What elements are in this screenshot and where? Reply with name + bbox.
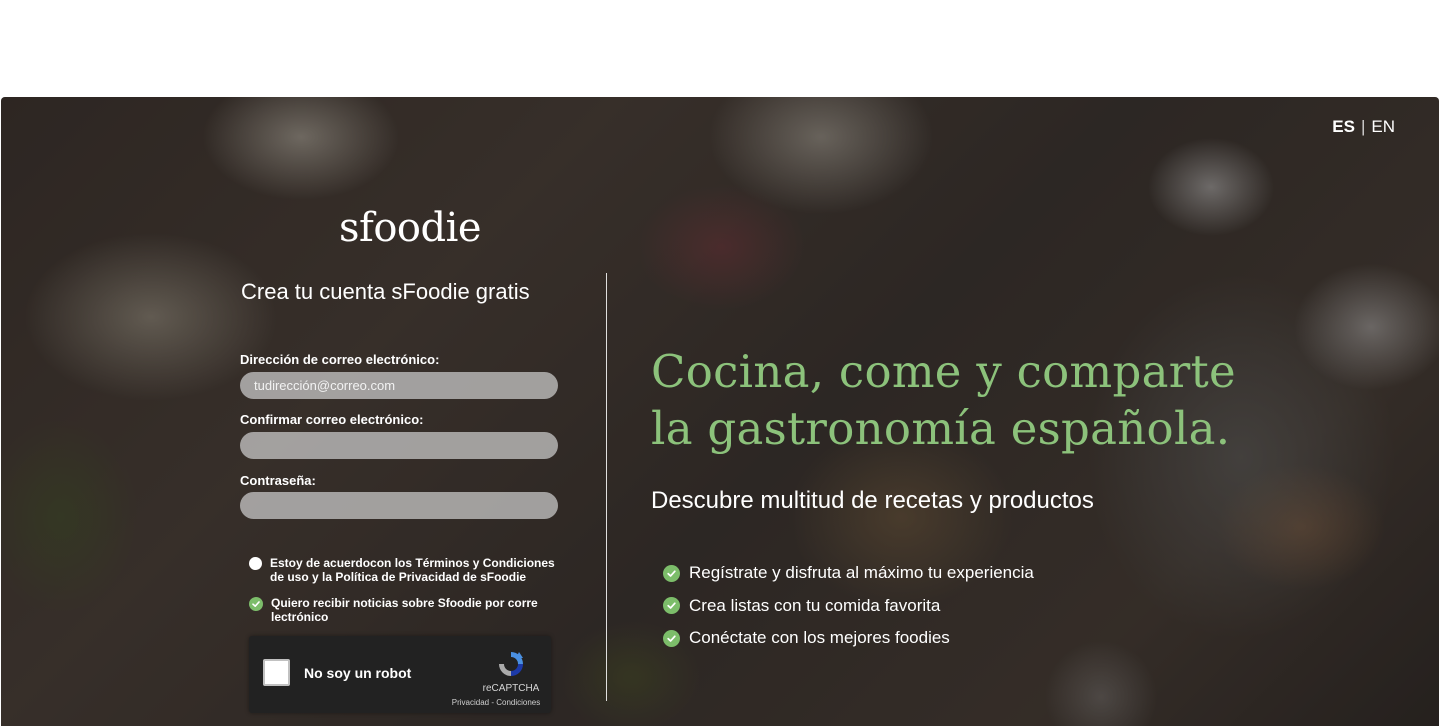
- terms-text: Estoy de acuerdocon los Términos y Condi…: [270, 556, 555, 584]
- list-item: Conéctate con los mejores foodies: [663, 622, 1034, 655]
- signup-title: Crea tu cuenta sFoodie gratis: [241, 279, 530, 304]
- benefit-text: Conéctate con los mejores foodies: [689, 628, 950, 648]
- vertical-divider: [606, 273, 607, 701]
- terms-checkbox-row[interactable]: Estoy de acuerdocon los Términos y Condi…: [249, 556, 569, 584]
- hero-headline-line1: Cocina, come y comparte: [651, 345, 1236, 398]
- newsletter-checkbox-row[interactable]: Quiero recibir noticias sobre Sfoodie po…: [249, 596, 569, 624]
- newsletter-text: Quiero recibir noticias sobre Sfoodie po…: [271, 596, 538, 624]
- email-label: Dirección de correo electrónico:: [240, 352, 440, 367]
- language-en[interactable]: EN: [1371, 117, 1395, 136]
- benefits-list: Regístrate y disfruta al máximo tu exper…: [663, 557, 1034, 655]
- language-es[interactable]: ES: [1332, 117, 1355, 136]
- recaptcha-links[interactable]: Privacidad - Condiciones: [445, 698, 547, 707]
- hero-tagline: Descubre multitud de recetas y productos: [651, 487, 1094, 514]
- check-circle-icon: [663, 629, 680, 647]
- confirm-email-label: Confirmar correo electrónico:: [240, 412, 424, 427]
- password-field[interactable]: [240, 492, 558, 519]
- terms-checkbox[interactable]: [249, 557, 262, 570]
- password-label: Contraseña:: [240, 473, 316, 488]
- language-separator: |: [1360, 117, 1366, 136]
- list-item: Crea listas con tu comida favorita: [663, 590, 1034, 623]
- recaptcha-logo-icon: [499, 652, 523, 676]
- recaptcha-checkbox[interactable]: [263, 659, 290, 686]
- email-field[interactable]: [240, 372, 558, 399]
- hero-headline: Cocina, come y comparte la gastronomía e…: [651, 343, 1236, 457]
- sfoodie-logo[interactable]: sfoodie: [339, 205, 482, 251]
- language-switcher: ES | EN: [1332, 117, 1395, 137]
- check-circle-icon: [663, 564, 680, 582]
- hero-background: ES | EN sfoodie Crea tu cuenta sFoodie gra…: [1, 97, 1439, 726]
- confirm-email-field[interactable]: [240, 432, 558, 459]
- check-circle-icon: [663, 597, 680, 615]
- list-item: Regístrate y disfruta al máximo tu exper…: [663, 557, 1034, 590]
- recaptcha-widget: No soy un robot reCAPTCHA Privacidad - C…: [249, 636, 551, 713]
- benefit-text: Crea listas con tu comida favorita: [689, 595, 941, 615]
- recaptcha-brand: reCAPTCHA: [482, 683, 540, 694]
- benefit-text: Regístrate y disfruta al máximo tu exper…: [689, 563, 1034, 583]
- recaptcha-label: No soy un robot: [304, 665, 412, 681]
- check-circle-icon[interactable]: [249, 597, 263, 611]
- hero-headline-line2: la gastronomía española.: [651, 402, 1231, 455]
